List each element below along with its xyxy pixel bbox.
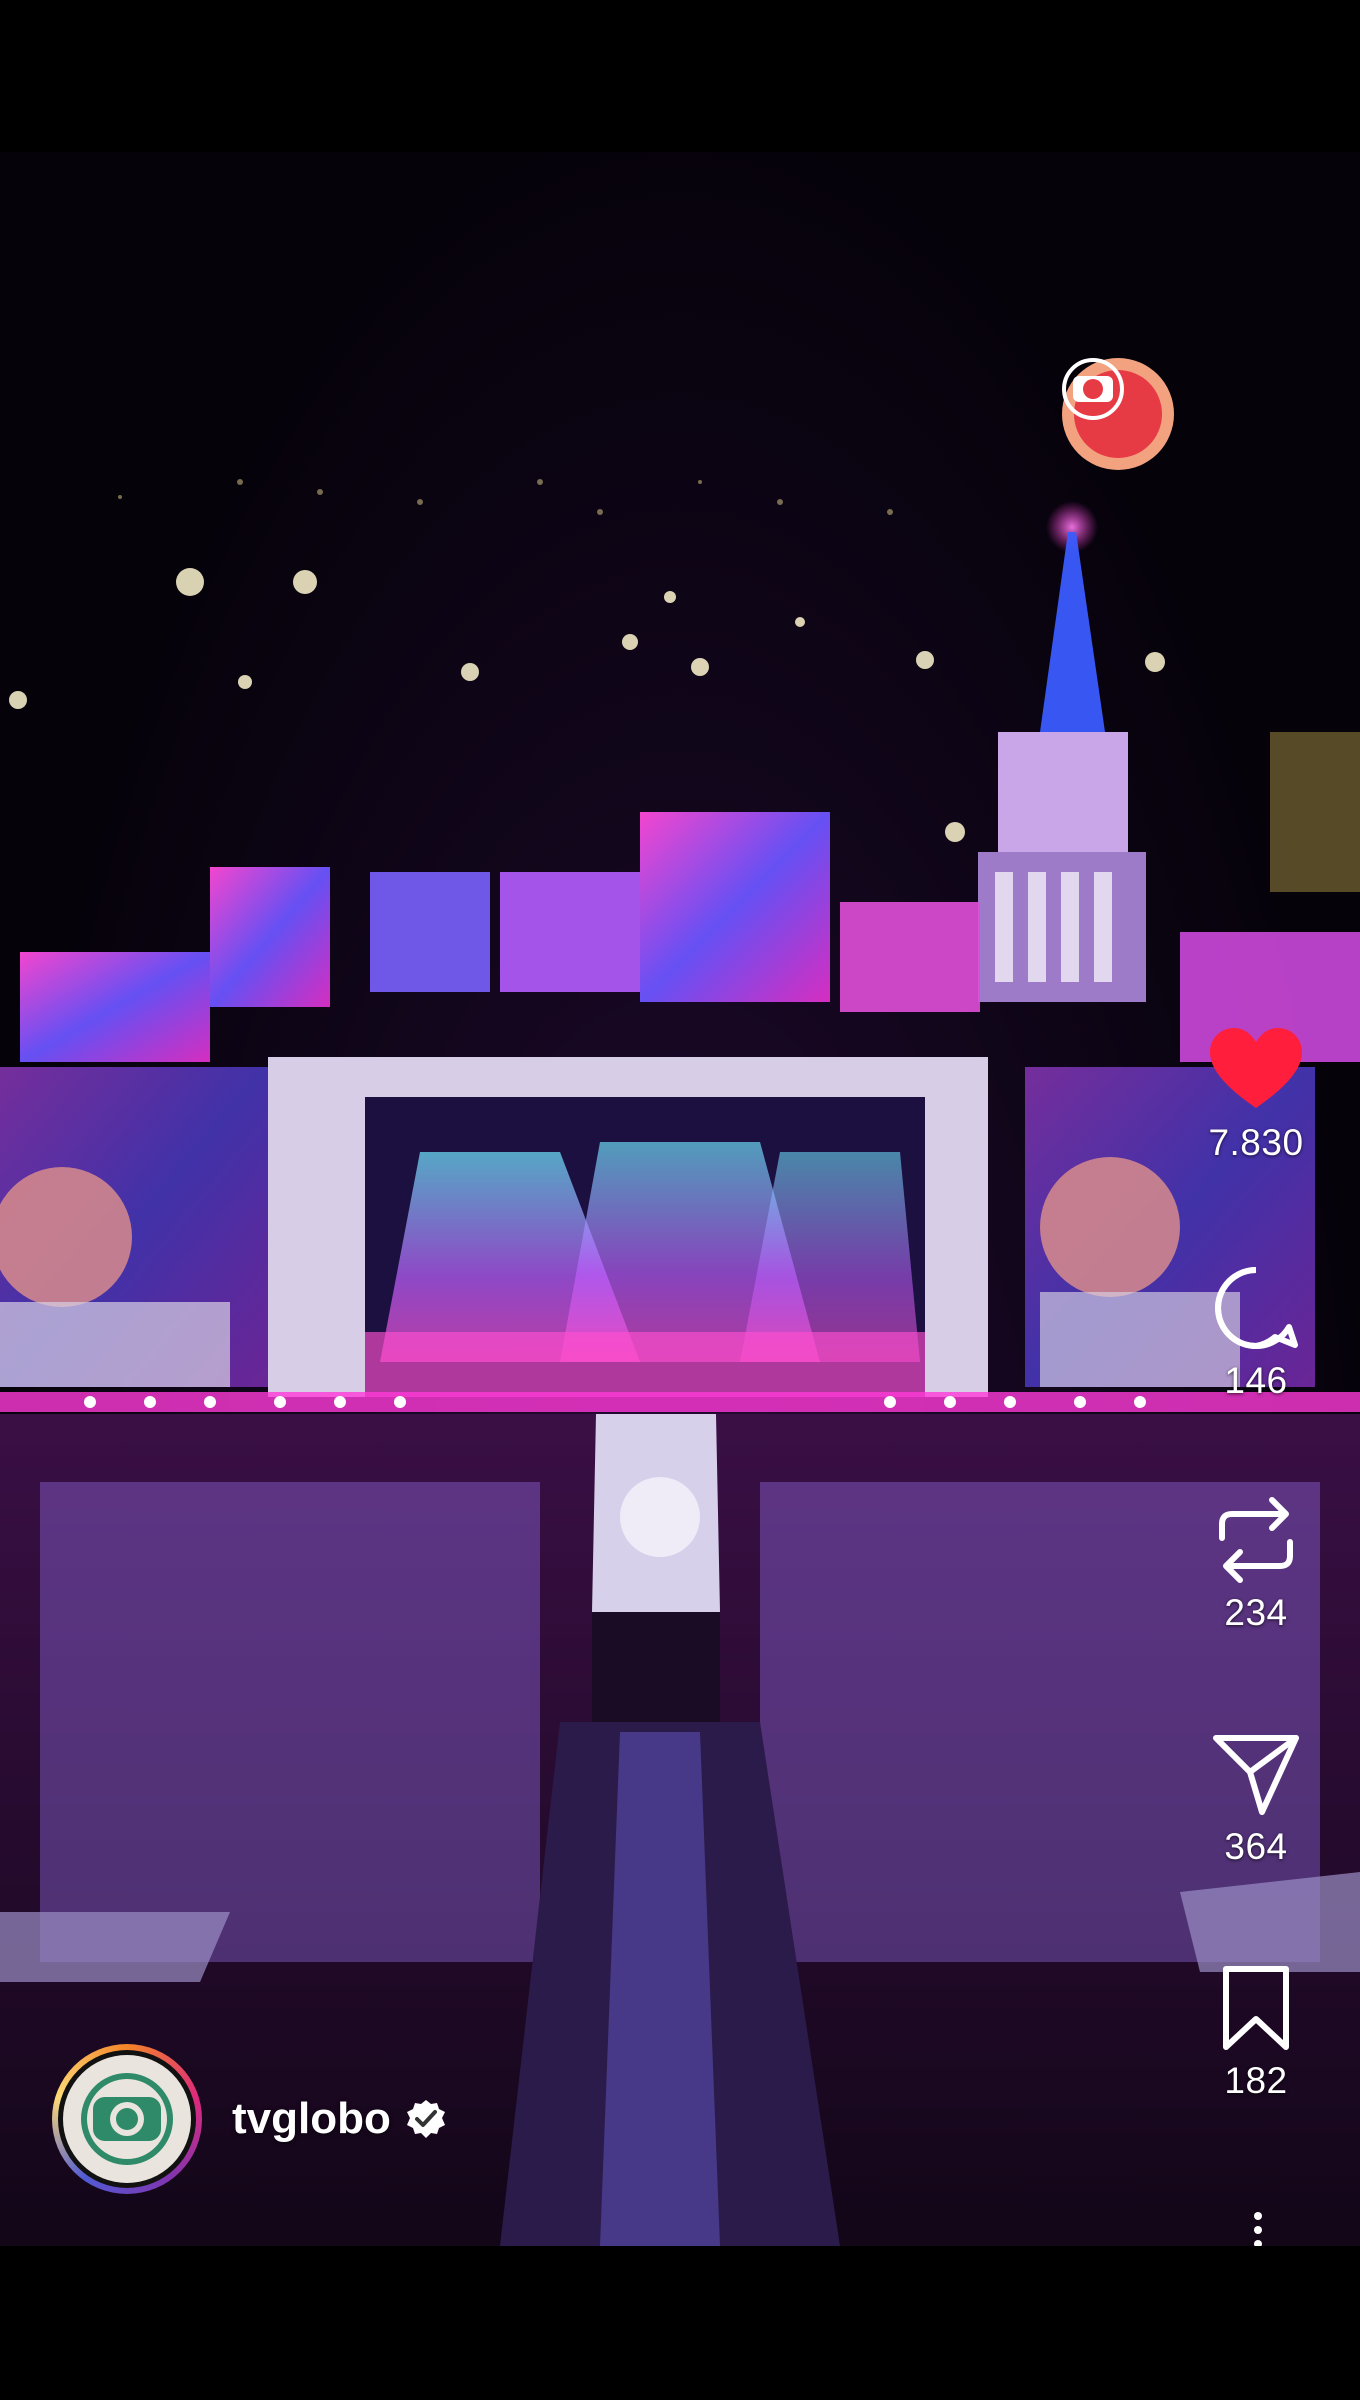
save-action[interactable]: 182 — [1196, 1962, 1316, 2102]
heart-filled-icon[interactable] — [1210, 1024, 1302, 1116]
like-action[interactable]: 7.830 — [1196, 1024, 1316, 1164]
comment-bubble-icon[interactable] — [1210, 1262, 1302, 1354]
save-count: 182 — [1224, 2060, 1288, 2101]
top-black-bar — [0, 0, 1360, 152]
bookmark-icon[interactable] — [1210, 1962, 1302, 2054]
comment-count: 146 — [1224, 1360, 1288, 1401]
repost-action[interactable]: 234 — [1196, 1494, 1316, 1634]
repost-count: 234 — [1224, 1592, 1288, 1633]
tvglobo-watermark-icon — [1062, 358, 1174, 470]
bottom-black-bar — [0, 2246, 1360, 2400]
like-count: 7.830 — [1208, 1122, 1304, 1163]
repost-icon[interactable] — [1210, 1494, 1302, 1586]
concert-aerial-scene — [0, 479, 1360, 2246]
account-row[interactable]: tvglobo — [52, 2044, 447, 2194]
avatar[interactable] — [52, 2044, 202, 2194]
video-player[interactable] — [0, 152, 1360, 2246]
comment-action[interactable]: 146 — [1196, 1262, 1316, 1402]
send-icon[interactable] — [1210, 1728, 1302, 1820]
share-action[interactable]: 364 — [1196, 1728, 1316, 1868]
tvglobo-logo-icon — [63, 2055, 191, 2183]
more-vertical-icon[interactable] — [1238, 2208, 1278, 2248]
share-count: 364 — [1224, 1826, 1288, 1867]
username[interactable]: tvglobo — [232, 2094, 391, 2144]
verified-badge-icon — [406, 2100, 445, 2138]
